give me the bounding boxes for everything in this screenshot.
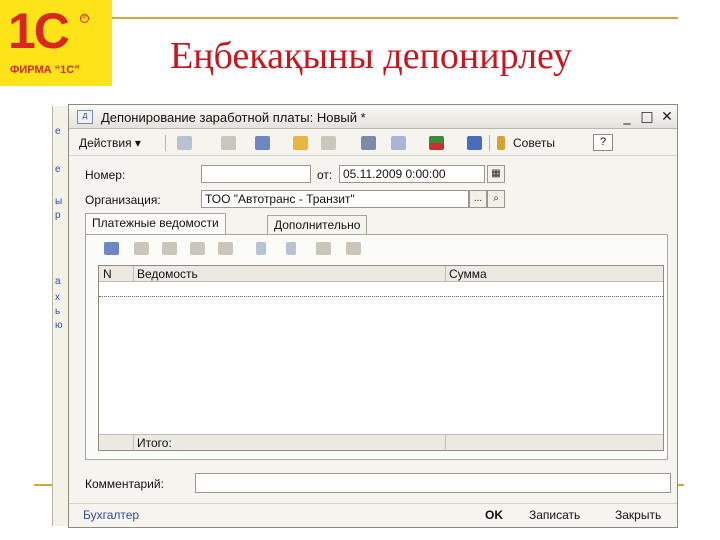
add-row-icon[interactable] (177, 136, 192, 150)
structure-icon[interactable] (293, 136, 308, 150)
edit-row-icon[interactable] (162, 242, 177, 255)
table-footer: Итого: (99, 434, 663, 451)
number-label: Номер: (85, 168, 126, 182)
background-text: х (55, 292, 60, 303)
settings-list-icon[interactable] (391, 136, 406, 150)
tab-additional[interactable]: Дополнительно (267, 215, 368, 235)
organization-label: Организация: (85, 193, 161, 207)
save-button[interactable]: Записать (529, 508, 580, 522)
help-button[interactable]: ? (593, 134, 613, 151)
top-divider (112, 17, 678, 19)
column-header-n[interactable]: N (103, 267, 112, 281)
move-up-icon[interactable] (256, 242, 266, 255)
table-header: N Ведомость Сумма (99, 266, 663, 282)
column-divider (133, 266, 134, 282)
maximize-button[interactable]: □ (639, 109, 655, 125)
column-divider (445, 266, 446, 282)
user-name: Бухгалтер (83, 508, 140, 522)
column-header-sheet[interactable]: Ведомость (137, 267, 198, 281)
column-divider (445, 435, 446, 451)
document-icon: Д (77, 110, 93, 124)
background-text: e (55, 164, 61, 175)
total-label: Итого: (137, 436, 172, 450)
logo-mark: 1С (8, 3, 70, 59)
background-text: e (55, 126, 61, 137)
calendar-button[interactable]: ▦ (487, 165, 505, 183)
close-form-button[interactable]: Закрыть (615, 508, 661, 522)
actions-menu[interactable]: Действия ▾ (79, 136, 141, 150)
comment-label: Комментарий: (85, 477, 164, 491)
logo-1c: 1С ® ФИРМА “1С” (0, 0, 112, 86)
move-icon[interactable] (255, 136, 270, 150)
organization-field[interactable]: ТОО "Автотранс - Транзит" (201, 190, 469, 208)
slide-title: Еңбекақыны депонирлеу (170, 35, 572, 77)
add-row-icon[interactable] (104, 242, 119, 255)
date-field[interactable]: 05.11.2009 0:00:00 (339, 165, 485, 183)
sheets-table[interactable]: N Ведомость Сумма Итого: (98, 265, 664, 451)
registered-icon: ® (80, 14, 89, 23)
dt-kt-icon[interactable] (429, 136, 444, 150)
close-button[interactable]: ✕ (659, 109, 675, 125)
toolbar-separator (165, 135, 166, 151)
report-icon[interactable] (467, 136, 482, 150)
number-field[interactable] (201, 165, 311, 183)
background-text: а (55, 276, 61, 287)
end-edit-icon[interactable] (218, 242, 233, 255)
copy-row-icon[interactable] (134, 242, 149, 255)
minimize-button[interactable]: _ (619, 109, 635, 125)
column-divider (133, 435, 134, 451)
date-label: от: (317, 168, 333, 182)
toolbar-separator (489, 135, 490, 151)
delete-row-icon[interactable] (190, 242, 205, 255)
toolbar: Действия ▾ Советы ? (69, 130, 677, 156)
copy-icon[interactable] (221, 136, 236, 150)
sort-asc-icon[interactable] (316, 242, 331, 255)
ok-button[interactable]: OK (485, 508, 503, 522)
advice-icon (497, 136, 505, 150)
document-window: Д Депонирование заработной платы: Новый … (68, 104, 678, 528)
status-bar: Бухгалтер OK Записать Закрыть (69, 503, 677, 527)
window-titlebar[interactable]: Д Депонирование заработной платы: Новый … (69, 105, 677, 129)
tab-payment-sheets[interactable]: Платежные ведомости (85, 213, 226, 235)
background-text: ь (55, 306, 61, 317)
organization-select-button[interactable]: ... (469, 190, 487, 208)
list-icon[interactable] (361, 136, 376, 150)
sort-desc-icon[interactable] (346, 242, 361, 255)
table-row[interactable] (99, 283, 663, 297)
comment-field[interactable] (195, 473, 671, 493)
tab-panel: N Ведомость Сумма Итого: (85, 234, 668, 460)
background-text: ю (55, 320, 63, 331)
move-down-icon[interactable] (286, 242, 296, 255)
advice-button[interactable]: Советы (513, 136, 555, 150)
window-title: Депонирование заработной платы: Новый * (101, 110, 366, 125)
column-header-sum[interactable]: Сумма (449, 267, 487, 281)
logo-text: ФИРМА “1С” (10, 64, 80, 76)
background-text: ы (55, 196, 63, 207)
background-text: р (55, 210, 61, 221)
edit-icon[interactable] (321, 136, 336, 150)
organization-open-icon[interactable]: ⌕ (487, 190, 505, 208)
